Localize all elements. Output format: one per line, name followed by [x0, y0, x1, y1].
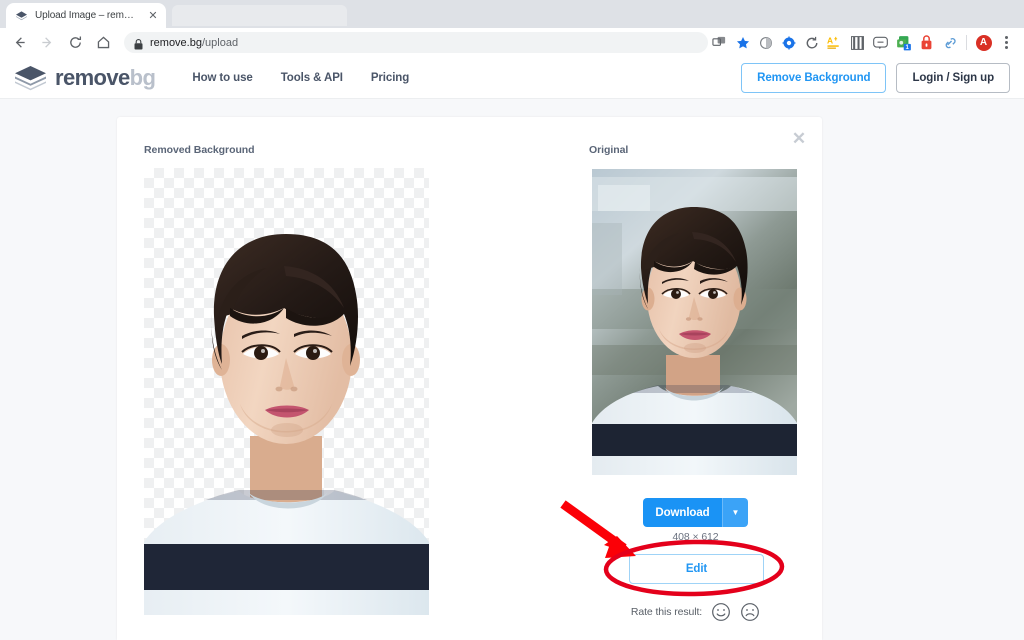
- profile-avatar[interactable]: A: [972, 32, 995, 54]
- rate-result-label: Rate this result:: [630, 606, 703, 618]
- browser-toolbar: remove.bg/upload A 1 A: [0, 28, 1024, 58]
- omnibox-url: remove.bg/upload: [150, 37, 238, 49]
- removebg-logo-icon: [15, 9, 28, 22]
- chat-bubble-extension-icon[interactable]: [869, 32, 892, 54]
- screenshot-extension-icon[interactable]: [708, 32, 731, 54]
- browser-window: Upload Image – remove.bg ✕: [0, 0, 1024, 640]
- login-signup-button[interactable]: Login / Sign up: [896, 62, 1010, 93]
- site-logo-text: removebg: [55, 64, 156, 91]
- original-label: Original: [589, 144, 629, 156]
- smiley-happy-icon[interactable]: [711, 602, 731, 622]
- site-header-actions: Remove Background Login / Sign up: [741, 62, 1024, 93]
- lock-icon: [134, 37, 143, 50]
- download-button-group[interactable]: Download ▼: [643, 498, 748, 527]
- reload-icon[interactable]: [64, 32, 86, 54]
- green-badge-extension-icon[interactable]: 1: [892, 32, 915, 54]
- browser-tab-title: Upload Image – remove.bg: [35, 10, 139, 21]
- chevron-down-icon[interactable]: ▼: [722, 498, 748, 527]
- removed-background-image[interactable]: [144, 168, 429, 615]
- omnibox[interactable]: remove.bg/upload: [124, 32, 708, 53]
- bookmark-star-icon[interactable]: [731, 32, 754, 54]
- kebab-menu-icon[interactable]: [995, 32, 1018, 54]
- close-icon[interactable]: ✕: [147, 10, 159, 22]
- url-path: /upload: [201, 36, 239, 49]
- nav-link-tools-api[interactable]: Tools & API: [281, 72, 343, 84]
- columns-extension-icon[interactable]: [846, 32, 869, 54]
- removed-background-label: Removed Background: [144, 144, 255, 156]
- url-domain: remove.bg: [150, 36, 202, 49]
- extension-tray: A 1 A: [708, 32, 1024, 54]
- download-button[interactable]: Download: [643, 498, 722, 527]
- page-content: removebg How to use Tools & API Pricing …: [0, 57, 1024, 640]
- result-card: ✕ Removed Background Original Download ▼…: [117, 117, 822, 640]
- svg-text:A: A: [827, 35, 833, 45]
- image-dimensions: 408 × 612: [672, 531, 719, 543]
- site-nav: How to use Tools & API Pricing: [192, 72, 409, 84]
- toolbar-divider: [966, 35, 967, 50]
- rate-result-row: Rate this result:: [592, 602, 799, 622]
- translate-extension-icon[interactable]: A: [823, 32, 846, 54]
- logo-text-light: bg: [129, 64, 156, 90]
- edit-button[interactable]: Edit: [629, 554, 764, 584]
- browser-tab-inactive[interactable]: [172, 5, 347, 26]
- refresh-extension-icon[interactable]: [800, 32, 823, 54]
- removebg-layers-icon: [14, 65, 47, 91]
- profile-avatar-initial: A: [975, 34, 992, 51]
- arrow-left-icon[interactable]: [8, 32, 30, 54]
- smiley-sad-icon[interactable]: [740, 602, 760, 622]
- browser-tab-active[interactable]: Upload Image – remove.bg ✕: [6, 3, 166, 28]
- home-icon[interactable]: [92, 32, 114, 54]
- link-extension-icon[interactable]: [938, 32, 961, 54]
- arrow-right-icon: [36, 32, 58, 54]
- nav-link-how-to-use[interactable]: How to use: [192, 72, 252, 84]
- original-image[interactable]: [592, 169, 797, 475]
- red-lock-extension-icon[interactable]: [915, 32, 938, 54]
- close-icon[interactable]: ✕: [790, 130, 808, 148]
- site-logo[interactable]: removebg: [14, 64, 156, 91]
- remove-background-button[interactable]: Remove Background: [741, 62, 887, 93]
- blue-target-extension-icon[interactable]: [777, 32, 800, 54]
- nav-link-pricing[interactable]: Pricing: [371, 72, 409, 84]
- browser-tab-strip: Upload Image – remove.bg ✕: [0, 0, 1024, 28]
- site-header: removebg How to use Tools & API Pricing …: [0, 57, 1024, 99]
- logo-text-dark: remove: [55, 64, 130, 90]
- circle-gray-extension-icon[interactable]: [754, 32, 777, 54]
